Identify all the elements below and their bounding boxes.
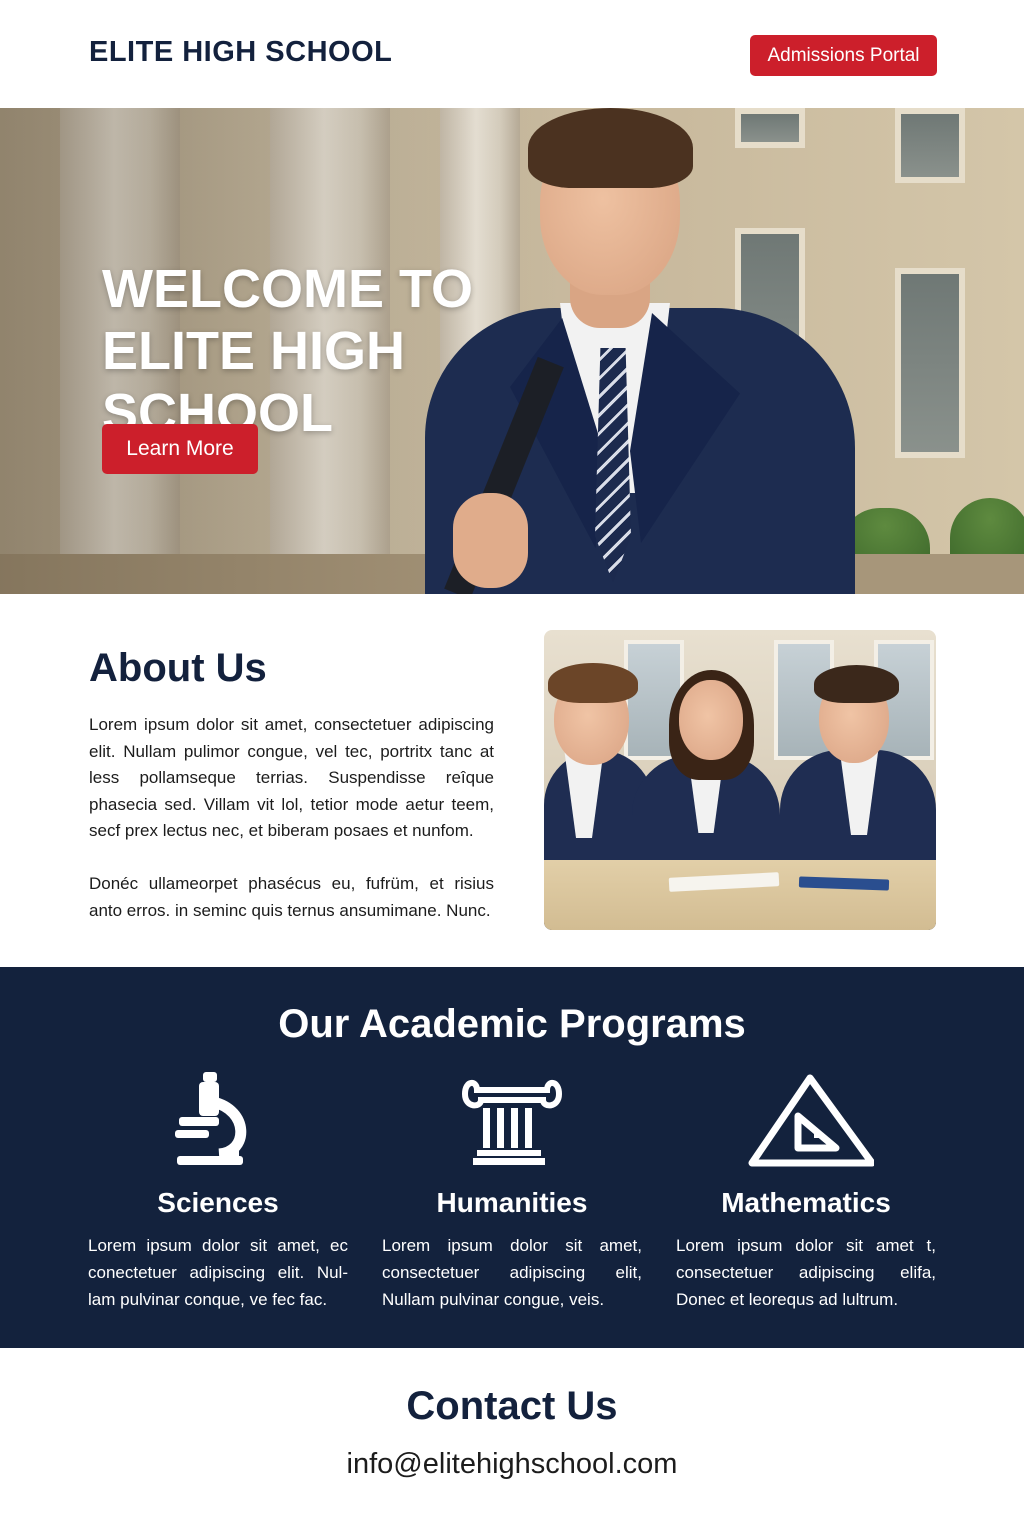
contact-email-link[interactable]: info@elitehighschool.com [0, 1448, 1024, 1481]
program-description: Lorem ipsum dolor sit amet, ec conectetu… [88, 1236, 348, 1309]
set-square-icon [744, 1072, 876, 1167]
site-header: ELITE HIGH SCHOOL Admissions Portal [0, 0, 1024, 108]
program-title: Sciences [157, 1187, 279, 1218]
microscope-icon [153, 1072, 283, 1167]
admissions-portal-button[interactable]: Admissions Portal [750, 35, 937, 76]
program-title: Humanities [436, 1187, 588, 1218]
programs-heading: Our Academic Programs [278, 1002, 746, 1046]
students-photo [544, 630, 936, 930]
program-description: Lorem ipsum dolor sit amet, consectetuer… [382, 1236, 642, 1309]
about-paragraph: Lorem ipsum dolor sit amet, consectetuer… [89, 715, 494, 840]
program-title: Mathematics [721, 1187, 891, 1218]
program-description: Lorem ipsum dolor sit amet t, consectetu… [676, 1236, 936, 1309]
site-logo-text[interactable]: ELITE HIGH SCHOOL [89, 36, 392, 69]
hero-title-line: ELITE HIGH [102, 321, 406, 382]
about-paragraph: Donéc ullameorpet phasécus eu, fufrüm, e… [89, 874, 494, 920]
hero-title-line: WELCOME TO [102, 259, 473, 320]
academic-programs-section: Our Academic Programs Sciences Lorem ips… [0, 967, 1024, 1348]
contact-heading: Contact Us [406, 1384, 618, 1428]
about-heading: About Us [89, 646, 267, 690]
hero-title: WELCOME TO ELITE HIGH SCHOOL [102, 258, 542, 444]
learn-more-button[interactable]: Learn More [102, 424, 258, 474]
column-icon [447, 1072, 577, 1167]
